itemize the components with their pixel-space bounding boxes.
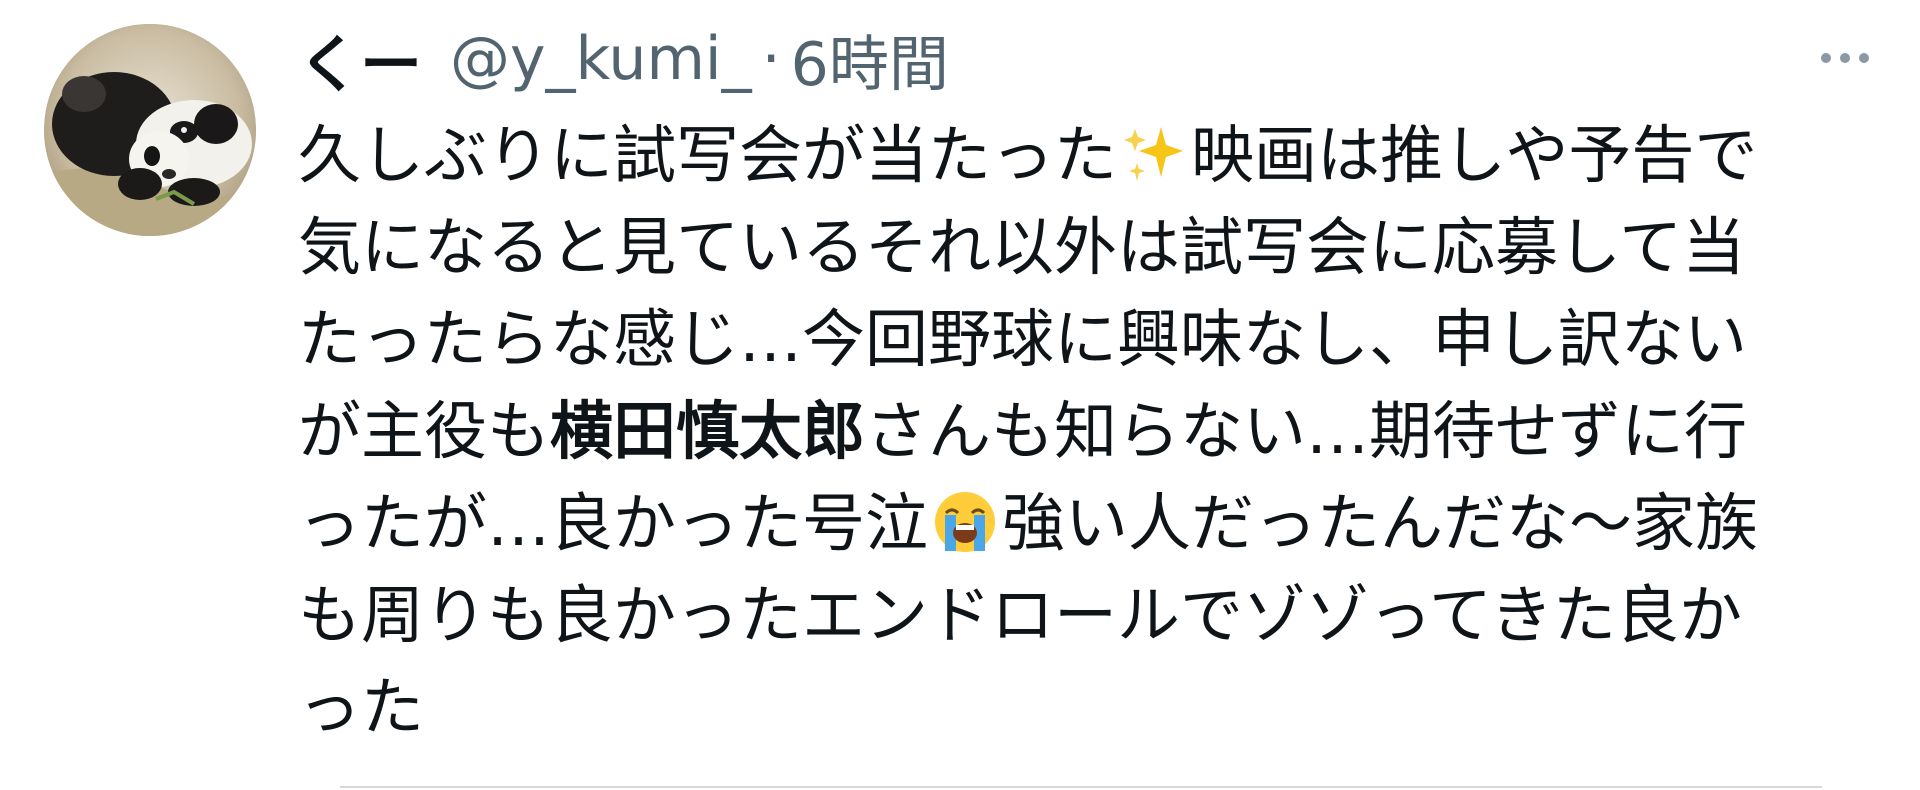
tweet-text-line: も周りも良かったエンドロールでゾゾってきた良か bbox=[298, 570, 1898, 662]
text-segment: も周りも良かったエンドロールでゾゾってきた良か bbox=[298, 579, 1742, 652]
header-separator: · bbox=[761, 24, 781, 94]
text-segment: 久しぶりに試写会が当たった bbox=[298, 119, 1117, 192]
more-options-icon-dot bbox=[1840, 53, 1850, 63]
tweet-text: 久しぶりに試写会が当たった 映画は推しや予告で気になると見ているそれ以外は試写会に… bbox=[298, 110, 1898, 754]
text-segment: 強い人だったんだな〜家族 bbox=[1002, 487, 1758, 560]
tweet-text-line: 気になると見ているそれ以外は試写会に応募して当 bbox=[298, 202, 1898, 294]
more-options-icon bbox=[1821, 53, 1831, 63]
sparkles-emoji bbox=[1121, 121, 1187, 187]
bold-text-segment: 横田慎太郎 bbox=[550, 395, 865, 468]
tweet-text-line: った bbox=[298, 662, 1898, 754]
more-options-icon-dot bbox=[1859, 53, 1869, 63]
panda-avatar-icon bbox=[44, 24, 256, 236]
text-segment: が主役も bbox=[298, 395, 550, 468]
loudly-crying-face-emoji bbox=[932, 489, 998, 555]
tweet-header: くー @y_kumi_ · 6時間 bbox=[298, 14, 949, 104]
more-options-button[interactable] bbox=[1800, 38, 1890, 78]
tweet-text-line: が主役も横田慎太郎さんも知らない…期待せずに行 bbox=[298, 386, 1898, 478]
user-handle[interactable]: @y_kumi_ bbox=[450, 24, 752, 94]
text-segment: さんも知らない…期待せずに行 bbox=[865, 395, 1747, 468]
text-segment: たったらな感じ…今回野球に興味なし、申し訳ない bbox=[298, 303, 1747, 376]
tweet-text-line: ったが…良かった号泣 強い人だったんだな〜家族 bbox=[298, 478, 1898, 570]
tweet-text-line: たったらな感じ…今回野球に興味なし、申し訳ない bbox=[298, 294, 1898, 386]
display-name[interactable]: くー bbox=[298, 14, 422, 104]
avatar[interactable] bbox=[44, 24, 256, 236]
text-segment: ったが…良かった号泣 bbox=[298, 487, 928, 560]
text-segment: った bbox=[298, 671, 424, 744]
tweet-text-line: 久しぶりに試写会が当たった 映画は推しや予告で bbox=[298, 110, 1898, 202]
timestamp[interactable]: 6時間 bbox=[791, 16, 949, 103]
divider bbox=[340, 786, 1822, 788]
text-segment: 気になると見ているそれ以外は試写会に応募して当 bbox=[298, 211, 1746, 284]
tweet[interactable]: くー @y_kumi_ · 6時間 久しぶりに試写会が当たった 映画は推しや予告で… bbox=[0, 0, 1920, 790]
text-segment: 映画は推しや予告で bbox=[1191, 119, 1758, 192]
